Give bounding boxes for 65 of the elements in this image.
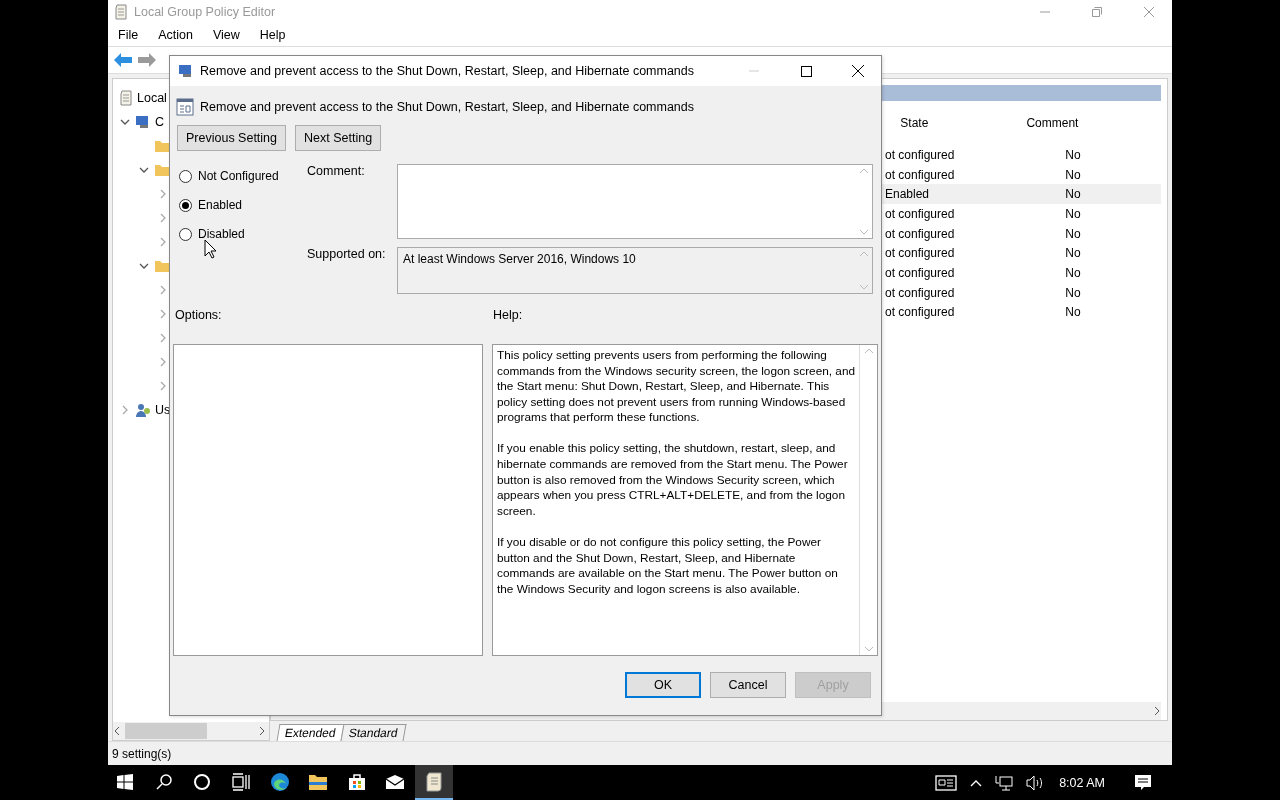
window-title: Local Group Policy Editor (134, 5, 277, 19)
menu-item[interactable]: Action (152, 28, 199, 42)
radio-button[interactable] (179, 198, 192, 212)
taskbar-button[interactable] (414, 765, 454, 800)
next-setting-button[interactable]: Next Setting (295, 125, 382, 151)
network-icon[interactable] (995, 774, 1014, 791)
setting-heading: Remove and prevent access to the Shut Down, Restart, Sleep, and Hibernate commands (200, 100, 694, 114)
forward-arrow-icon[interactable] (138, 53, 156, 67)
radio-button[interactable] (179, 169, 192, 183)
folder-icon (154, 139, 170, 153)
chevron-up-icon[interactable] (970, 778, 983, 787)
shopping-bag-icon (347, 772, 366, 791)
supported-label: Supported on: (307, 247, 387, 263)
previous-setting-button[interactable]: Previous Setting (177, 125, 287, 151)
dialog-title: Remove and prevent access to the Shut Down, Restart, Sleep, and Hibernate commands (200, 64, 695, 78)
comment-cell-text: No (1064, 187, 1082, 202)
envelope-icon (385, 773, 406, 790)
radio-label[interactable]: Not Configured (198, 169, 279, 183)
edge-icon (269, 771, 290, 792)
column-header[interactable]: Comment (943, 116, 1161, 130)
dialog-button[interactable]: Cancel (710, 672, 786, 698)
help-paragraph: If you enable this policy setting, the shutdown, restart, sleep, and hibernate commands are removed from the Start menu. The Power button is also removed from the Windows Security screen, which appears when you press CTRL+ALT+DELETE, and from the logon screen. (497, 441, 849, 520)
notification-icon[interactable] (1134, 773, 1152, 792)
menu-item[interactable]: Help (253, 28, 292, 42)
news-icon[interactable] (935, 774, 958, 791)
options-label: Options: (175, 308, 223, 322)
tab[interactable]: Standard (340, 724, 406, 741)
windows-logo-icon (117, 773, 134, 790)
folder-icon (154, 163, 170, 177)
clock-time[interactable]: 8:02 AM (1059, 775, 1105, 790)
document-icon (114, 4, 128, 20)
setting-icon (176, 98, 194, 116)
scrollbar-thumb[interactable] (125, 723, 207, 739)
column-header[interactable]: State (885, 116, 944, 130)
back-arrow-icon[interactable] (114, 53, 132, 67)
help-label: Help: (493, 308, 524, 322)
menu-item[interactable]: File (112, 28, 145, 42)
maximize-icon[interactable] (800, 65, 812, 77)
radio-label[interactable]: Enabled (198, 198, 243, 212)
status-text: 9 setting(s) (112, 746, 172, 761)
supported-field: At least Windows Server 2016, Windows 10 (397, 247, 873, 294)
computer-icon (135, 114, 151, 130)
comment-label: Comment: (307, 164, 366, 180)
cursor-icon (204, 239, 217, 259)
users-icon (135, 402, 151, 418)
computer-icon (178, 63, 194, 79)
dialog-button[interactable]: OK (625, 672, 701, 698)
radio-button[interactable] (179, 227, 192, 241)
close-icon[interactable] (852, 65, 864, 77)
help-paragraph: This policy setting prevents users from performing the following commands from the Windows security screen, the logon screen, and the Start menu: Shut Down, Restart, Sleep, and Hibernate. This policy setting does not prevent users from running Windows-based programs that perform these functions. (497, 348, 855, 426)
tab[interactable]: Extended (276, 724, 345, 741)
task-view-icon (232, 772, 251, 791)
speaker-icon[interactable] (1026, 774, 1045, 791)
document-icon (119, 90, 133, 106)
menu-item[interactable]: View (206, 28, 246, 42)
search-icon (154, 772, 173, 791)
restore-icon[interactable] (1092, 7, 1102, 17)
folder-icon (154, 259, 170, 273)
radio-label[interactable]: Disabled (198, 227, 245, 241)
tree-item[interactable]: C (155, 115, 165, 129)
folder-icon (308, 772, 329, 791)
state-cell-text: Enabled (885, 187, 931, 202)
help-paragraph: If you disable or do not configure this policy setting, the Power button and the Shut Down, Restart, Sleep, and Hibernate commands are available on the Start menu. The Power button on the Windows Security and logon screens is also available. (497, 534, 839, 598)
tree-item[interactable]: Local (137, 91, 167, 105)
circle-icon (193, 772, 212, 791)
